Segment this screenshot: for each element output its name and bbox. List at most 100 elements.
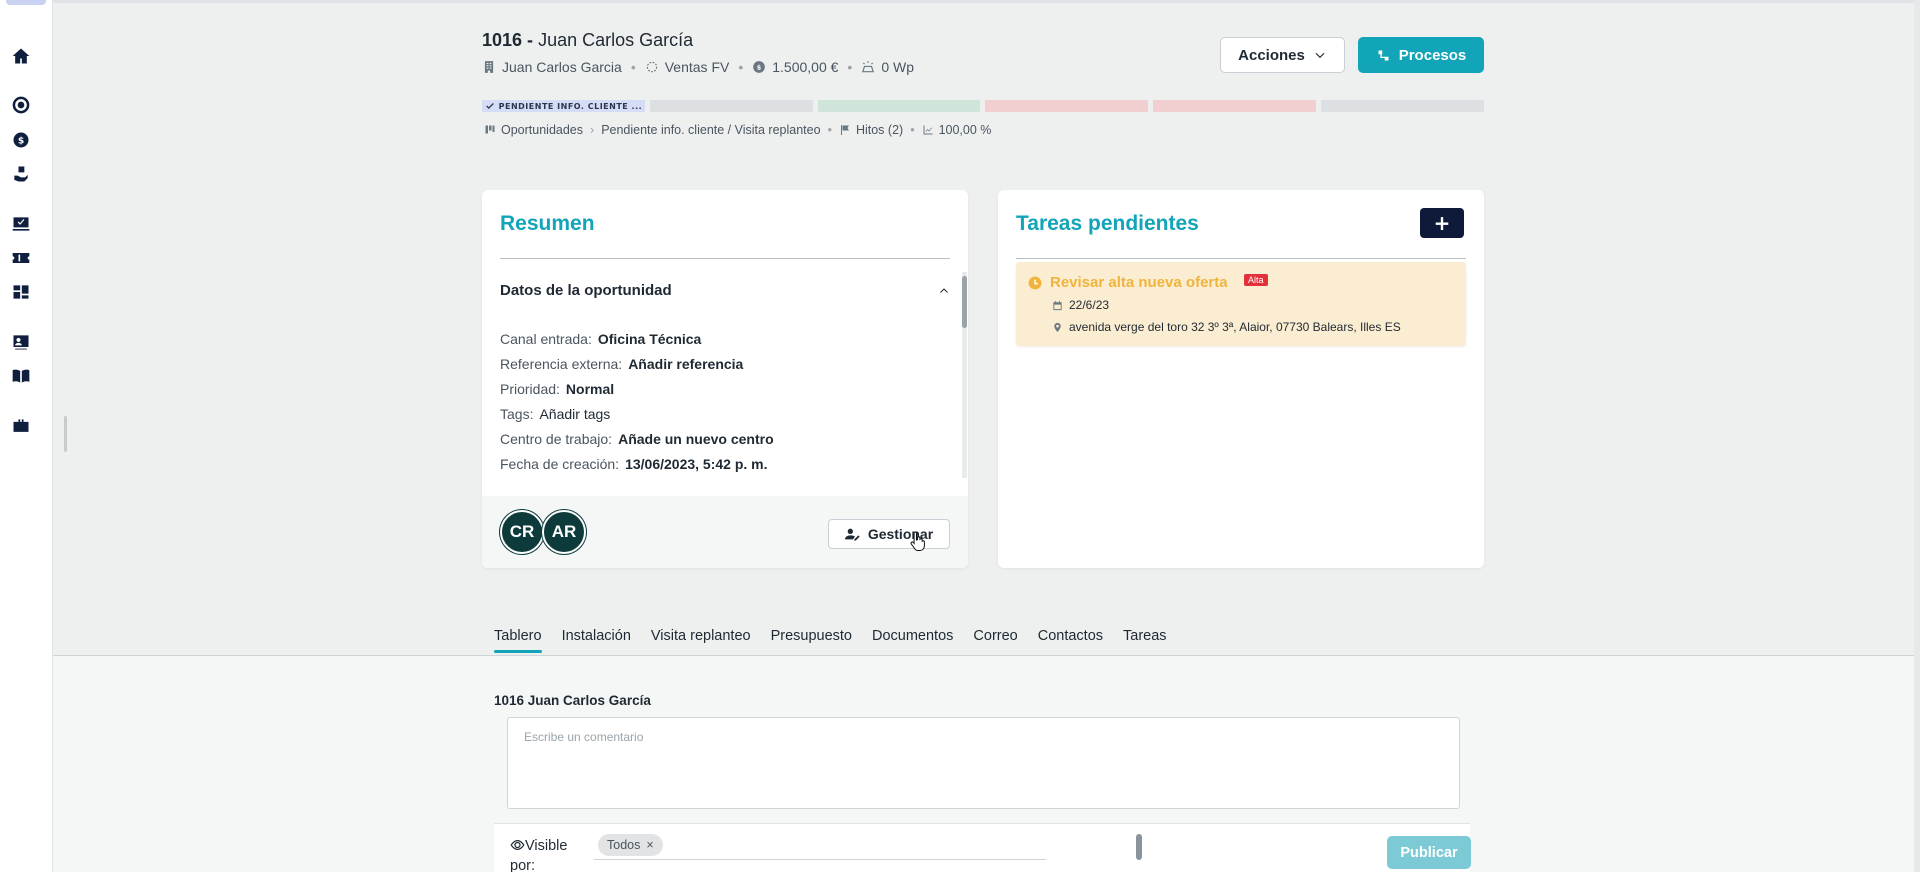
field-canal: Canal entrada: Oficina Técnica [500,330,702,347]
chevron-right-icon: › [590,123,595,137]
toolbox-icon[interactable] [10,415,32,437]
comment-section-title: 1016 Juan Carlos García [494,693,651,708]
task-date: 22/6/23 [1069,298,1110,312]
visibility-label: Visible por: [510,838,568,872]
task-title[interactable]: Revisar alta nueva oferta [1050,274,1228,291]
stage-segment[interactable] [649,100,813,112]
avatar[interactable]: AR [542,510,586,554]
meta-team[interactable]: Ventas FV [665,59,730,75]
stage-active-label: PENDIENTE INFO. CLIENTE ... [498,101,643,111]
location-pin-icon [1054,322,1061,332]
field-tags: Tags: Añadir tags [500,405,611,422]
processes-label: Procesos [1398,46,1467,64]
tab-contactos[interactable]: Contactos [1038,628,1103,653]
breadcrumb-percent: 100,00 % [938,123,992,137]
opportunity-name: Juan Carlos García [538,30,694,50]
breadcrumb-pipeline[interactable]: Oportunidades [501,123,583,137]
building-icon [482,60,496,74]
opportunity-data-section-toggle[interactable]: Datos de la oportunidad [500,282,950,299]
summary-card: Resumen Datos de la oportunidad Canal en… [482,190,968,568]
visibility-chip: Todos × [598,834,663,856]
tab-tareas[interactable]: Tareas [1123,628,1167,653]
task-address: avenida verge del toro 32 3º 3ª, Alaior,… [1069,320,1401,334]
tab-presupuesto[interactable]: Presupuesto [771,628,852,653]
checkbox-icon[interactable] [10,213,32,235]
priority-badge: Alta [1244,274,1268,286]
chevron-down-icon [1315,52,1325,59]
page-scrollbar[interactable] [1914,0,1920,872]
hand-cursor-icon [910,531,925,551]
sidebar-top-indicator [6,0,46,5]
tasks-title: Tareas pendientes [1016,212,1199,235]
ticket-icon[interactable] [10,247,32,269]
flag-icon [839,124,851,136]
task-address-row: avenida verge del toro 32 3º 3ª, Alaior,… [1052,320,1401,334]
check-icon [485,103,494,109]
tab-visita-replanteo[interactable]: Visita replanteo [651,628,751,653]
solar-panel-icon [861,60,875,74]
tab-tablero[interactable]: Tablero [494,628,542,653]
summary-scrollbar-thumb[interactable] [962,276,967,328]
opportunity-id: 1016 - [482,30,534,50]
meta-power: 0 Wp [881,59,914,75]
field-fecha: Fecha de creación: 13/06/2023, 5:42 p. m… [500,455,768,472]
hand-icon[interactable] [10,163,32,185]
tab-correo[interactable]: Correo [973,628,1017,653]
workflow-icon [1378,50,1389,60]
coin-icon: $ [752,60,766,74]
comment-input[interactable] [508,718,1459,808]
breadcrumb: Oportunidades › Pendiente info. cliente … [484,123,991,137]
visibility-select[interactable]: Todos × [594,830,1142,860]
field-centro: Centro de trabajo: Añade un nuevo centro [500,430,774,447]
task-item[interactable]: Revisar alta nueva oferta Alta 22/6/23 a… [1016,262,1466,346]
user-edit-icon [844,528,860,541]
stage-segment[interactable] [1153,100,1317,112]
stage-progress-bar: PENDIENTE INFO. CLIENTE ... [482,100,1484,112]
chip-remove-icon[interactable]: × [646,838,653,852]
sidebar-resize-handle[interactable] [64,416,67,452]
processes-button[interactable]: Procesos [1358,37,1484,73]
top-border [53,0,1920,3]
pending-tasks-card: Tareas pendientes + Revisar alta nueva o… [998,190,1484,568]
dollar-icon[interactable]: $ [10,129,32,151]
chip-label: Todos [607,838,641,852]
actions-dropdown-button[interactable]: Acciones [1220,37,1345,73]
eye-icon [510,839,525,851]
stage-segment[interactable] [985,100,1149,112]
tab-documentos[interactable]: Documentos [872,628,953,653]
breadcrumb-milestones[interactable]: Hitos (2) [856,123,903,137]
manage-users-button[interactable]: Gestionar [828,519,950,549]
meta-amount: 1.500,00 € [772,59,839,75]
field-prioridad: Prioridad: Normal [500,380,615,397]
breadcrumb-stage[interactable]: Pendiente info. cliente / Visita replant… [601,123,820,137]
dashed-circle-icon [645,60,659,74]
actions-label: Acciones [1238,46,1305,64]
select-scrollbar[interactable] [1136,834,1142,860]
chevron-up-icon [940,287,948,293]
visibility-row: Visible por: Todos × Publicar [494,823,1471,872]
trend-icon [922,124,934,136]
comment-box [507,717,1460,809]
stage-segment[interactable] [1321,100,1484,112]
kanban-icon [484,124,496,136]
avatar[interactable]: CR [500,510,544,554]
summary-title: Resumen [500,212,595,235]
svg-text:$: $ [757,63,762,71]
contacts-icon[interactable] [10,331,32,353]
meta-company[interactable]: Juan Carlos Garcia [502,59,622,75]
tab-instalacion[interactable]: Instalación [562,628,631,653]
calendar-icon [1053,300,1062,310]
header-meta: Juan Carlos Garcia • Ventas FV • $ 1.500… [482,59,914,75]
add-task-button[interactable]: + [1420,208,1464,238]
section-title: Datos de la oportunidad [500,282,672,299]
home-icon[interactable] [10,45,32,67]
stage-segment[interactable] [817,100,981,112]
svg-text:$: $ [18,135,24,146]
clock-icon [1028,276,1042,290]
tabs-divider [53,655,1914,656]
book-icon[interactable] [10,365,32,387]
stage-segment-active[interactable]: PENDIENTE INFO. CLIENTE ... [482,100,645,112]
target-icon[interactable] [10,94,32,116]
publish-button[interactable]: Publicar [1387,836,1471,869]
dashboard-icon[interactable] [10,281,32,303]
